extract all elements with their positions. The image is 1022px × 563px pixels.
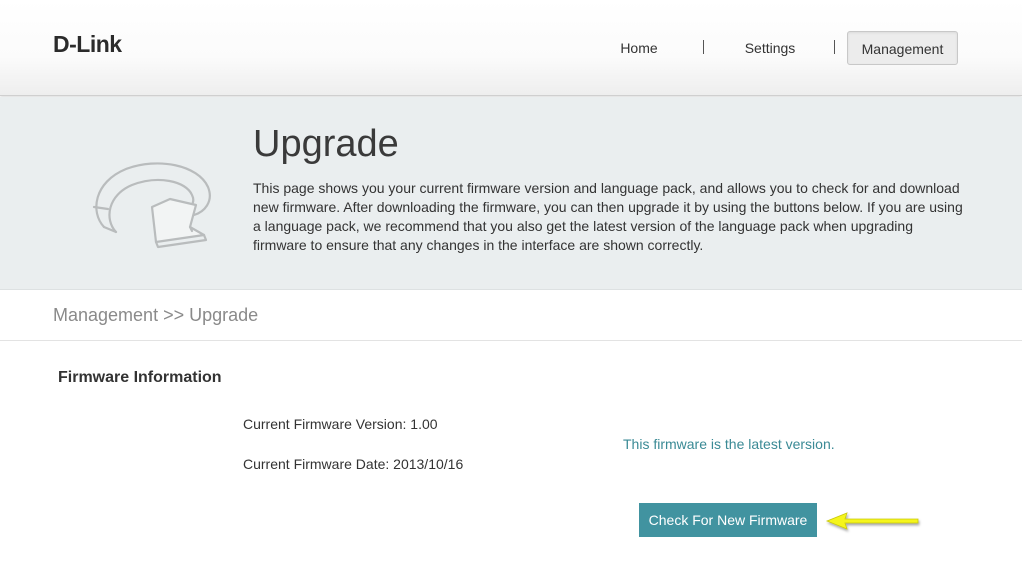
firmware-date-row: Current Firmware Date: 2013/10/16 [243, 456, 463, 472]
yellow-pointer-arrow-icon [825, 512, 919, 530]
breadcrumb: Management >> Upgrade [53, 305, 259, 325]
nav-separator [703, 40, 704, 54]
firmware-version-row: Current Firmware Version: 1.00 [243, 416, 438, 432]
main-nav: Home Settings Management [0, 31, 1022, 65]
nav-home[interactable]: Home [607, 31, 671, 65]
firmware-version-value: 1.00 [410, 416, 438, 432]
page-banner: Upgrade This page shows you your current… [0, 97, 1022, 290]
upgrade-arrow-icon [92, 162, 211, 249]
nav-separator [834, 40, 835, 54]
nav-settings[interactable]: Settings [734, 31, 806, 65]
page-description: This page shows you your current firmwar… [253, 180, 963, 253]
breadcrumb-bar: Management >> Upgrade [0, 290, 1022, 341]
top-header: D-Link Home Settings Management [0, 0, 1022, 96]
nav-management[interactable]: Management [847, 31, 958, 65]
page-title: Upgrade [253, 123, 399, 165]
section-title-firmware-information: Firmware Information [58, 369, 222, 386]
firmware-version-label: Current Firmware Version: [243, 416, 407, 432]
firmware-status-text: This firmware is the latest version. [623, 436, 835, 452]
check-for-new-firmware-button[interactable]: Check For New Firmware [639, 503, 817, 537]
firmware-date-label: Current Firmware Date: [243, 456, 390, 472]
firmware-date-value: 2013/10/16 [393, 456, 464, 472]
